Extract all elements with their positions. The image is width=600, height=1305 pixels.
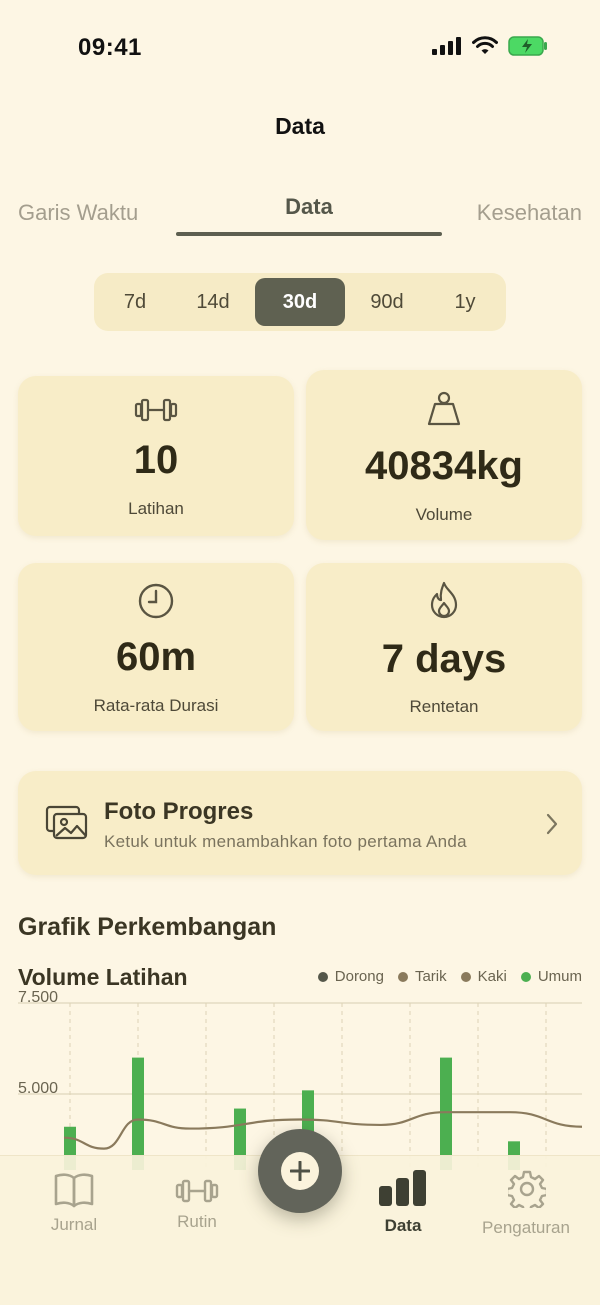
tab-timeline[interactable]: Garis Waktu xyxy=(18,200,138,226)
flame-icon xyxy=(430,581,458,619)
legend-dot xyxy=(317,971,328,982)
y-tick-label: 5.000 xyxy=(18,1080,58,1097)
stat-label: Rentetan xyxy=(409,697,479,716)
tabbar-item-routine[interactable]: Rutin xyxy=(147,1170,247,1240)
legend-label: Umum xyxy=(537,968,582,985)
legend-item: Umum xyxy=(520,968,582,985)
chart-legend: Dorong Tarik Kaki Umum xyxy=(317,968,582,985)
photo-progress-title: Foto Progres xyxy=(104,798,254,825)
stat-value: 7 days xyxy=(381,637,507,681)
stat-label: Rata-rata Durasi xyxy=(93,696,219,715)
weight-icon xyxy=(427,391,461,426)
tab-health[interactable]: Kesehatan xyxy=(477,200,582,226)
chart-bar xyxy=(440,1057,452,1170)
photos-icon xyxy=(45,805,88,840)
tabbar-label: Data xyxy=(384,1216,422,1235)
stat-card-workouts: 10 Latihan xyxy=(18,376,294,536)
range-selector: 7d 14d 30d 90d 1y xyxy=(94,273,506,331)
stat-label: Latihan xyxy=(128,499,184,518)
chevron-right-icon xyxy=(546,813,558,835)
tabbar-label: Rutin xyxy=(177,1212,217,1231)
legend-item: Kaki xyxy=(460,968,507,985)
legend-dot xyxy=(520,971,531,982)
dumbbell-icon xyxy=(175,1179,219,1203)
status-icons xyxy=(432,36,548,56)
photo-progress-subtitle: Ketuk untuk menambahkan foto pertama And… xyxy=(104,832,467,851)
plus-icon xyxy=(290,1161,310,1181)
range-90d[interactable]: 90d xyxy=(352,278,422,326)
stat-value: 60m xyxy=(115,635,197,679)
tab-data[interactable]: Data xyxy=(176,194,442,220)
legend-label: Kaki xyxy=(477,968,507,985)
battery-icon xyxy=(508,36,547,56)
stat-card-streak: 7 days Rentetan xyxy=(306,563,582,731)
legend-dot xyxy=(460,971,471,982)
range-1y[interactable]: 1y xyxy=(430,278,500,326)
range-7d[interactable]: 7d xyxy=(100,278,170,326)
fab-inner xyxy=(281,1152,319,1190)
range-14d[interactable]: 14d xyxy=(178,278,248,326)
tabbar-label: Pengaturan xyxy=(482,1218,570,1237)
status-time: 09:41 xyxy=(78,34,142,61)
tab-underline xyxy=(176,232,442,236)
chart-bar xyxy=(132,1057,144,1170)
wifi-icon xyxy=(472,36,498,54)
tabbar-item-data[interactable]: Data xyxy=(353,1170,453,1240)
legend-item: Dorong xyxy=(317,968,384,985)
stat-value: 10 xyxy=(133,438,179,482)
legend-dot xyxy=(397,971,408,982)
page-title: Data xyxy=(275,113,325,139)
dumbbell-icon xyxy=(134,398,178,422)
tabbar-item-settings[interactable]: Pengaturan xyxy=(466,1170,586,1240)
book-icon xyxy=(54,1173,94,1208)
legend-label: Tarik xyxy=(414,968,447,985)
tabbar-item-journal[interactable]: Jurnal xyxy=(24,1170,124,1240)
stat-label: Volume xyxy=(415,505,473,524)
clock-icon xyxy=(138,583,174,619)
bar-chart-icon xyxy=(379,1170,426,1206)
tabbar-label: Jurnal xyxy=(50,1215,98,1234)
y-tick-label: 7.500 xyxy=(18,990,58,1006)
stat-value: 40834kg xyxy=(365,444,523,488)
add-workout-button[interactable] xyxy=(258,1129,342,1213)
signal-icon xyxy=(432,37,461,55)
chart-title: Volume Latihan xyxy=(18,964,188,990)
gear-icon xyxy=(508,1170,546,1208)
stat-card-volume: 40834kg Volume xyxy=(306,370,582,540)
legend-label: Dorong xyxy=(334,968,384,985)
photo-progress-card[interactable] xyxy=(18,771,582,875)
stat-card-duration: 60m Rata-rata Durasi xyxy=(18,563,294,731)
legend-item: Tarik xyxy=(397,968,447,985)
range-30d[interactable]: 30d xyxy=(255,278,345,326)
section-title: Grafik Perkembangan xyxy=(18,913,277,941)
